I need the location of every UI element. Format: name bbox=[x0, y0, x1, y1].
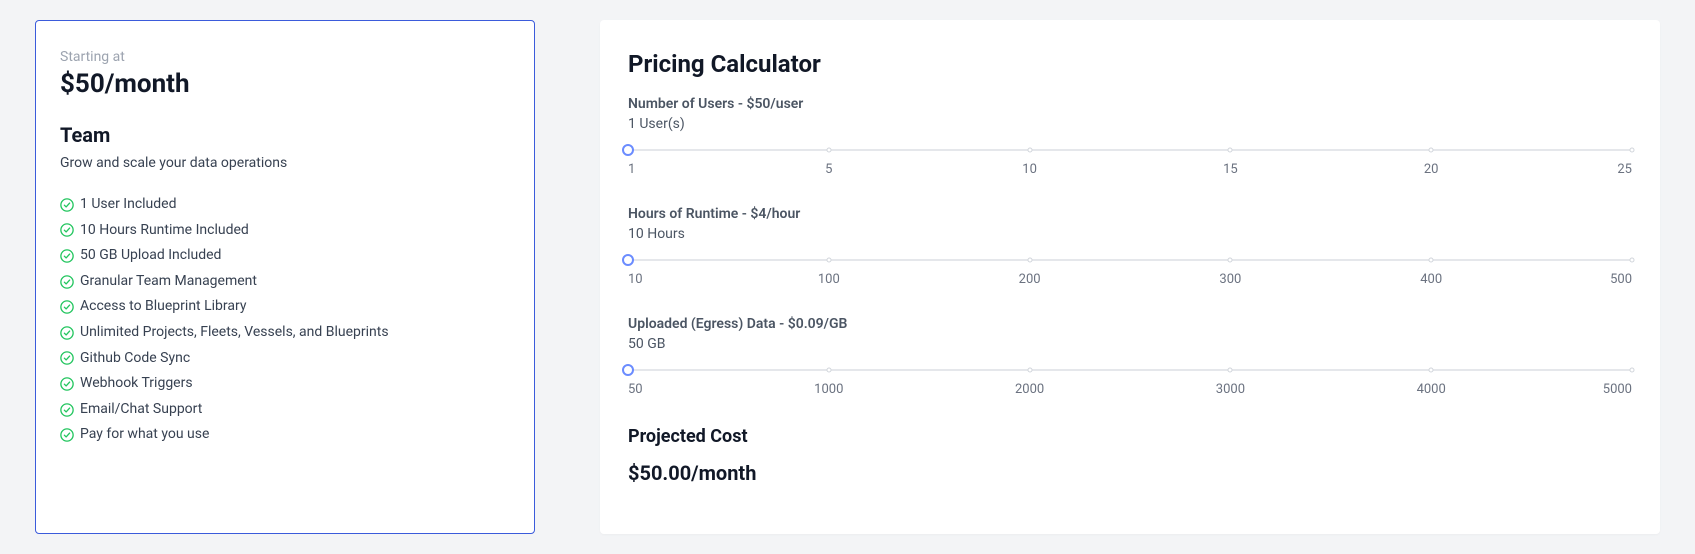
projected-cost-label: Projected Cost bbox=[628, 426, 1632, 447]
check-circle-icon bbox=[60, 249, 74, 263]
pricing-calculator-card: Pricing Calculator Number of Users - $50… bbox=[600, 20, 1660, 534]
slider-tick bbox=[826, 148, 831, 153]
slider-tick bbox=[1027, 148, 1032, 153]
starting-at-label: Starting at bbox=[60, 49, 510, 65]
slider-tick bbox=[826, 258, 831, 263]
slider-mark-label: 2000 bbox=[1015, 382, 1044, 397]
check-circle-icon bbox=[60, 428, 74, 442]
feature-item: Webhook Triggers bbox=[60, 374, 510, 394]
users-slider-thumb[interactable] bbox=[622, 144, 634, 156]
feature-item: Access to Blueprint Library bbox=[60, 297, 510, 317]
users-slider-value: 1 User(s) bbox=[628, 116, 1632, 132]
slider-tick bbox=[1027, 258, 1032, 263]
slider-mark-label: 15 bbox=[1223, 162, 1238, 177]
feature-label: Access to Blueprint Library bbox=[80, 297, 246, 317]
feature-label: Unlimited Projects, Fleets, Vessels, and… bbox=[80, 323, 389, 343]
data-slider-track[interactable] bbox=[628, 364, 1632, 376]
slider-mark-label: 5000 bbox=[1603, 382, 1632, 397]
slider-mark-label: 25 bbox=[1617, 162, 1632, 177]
check-circle-icon bbox=[60, 326, 74, 340]
runtime-slider-track[interactable] bbox=[628, 254, 1632, 266]
slider-tick bbox=[1228, 258, 1233, 263]
feature-label: Webhook Triggers bbox=[80, 374, 193, 394]
slider-line bbox=[628, 149, 1632, 151]
slider-mark-label: 3000 bbox=[1216, 382, 1245, 397]
slider-mark-label: 20 bbox=[1424, 162, 1439, 177]
data-slider-label: Uploaded (Egress) Data - $0.09/GB bbox=[628, 316, 1632, 332]
slider-tick bbox=[1027, 368, 1032, 373]
check-circle-icon bbox=[60, 223, 74, 237]
check-circle-icon bbox=[60, 198, 74, 212]
feature-item: Github Code Sync bbox=[60, 349, 510, 369]
feature-item: Pay for what you use bbox=[60, 425, 510, 445]
plan-name: Team bbox=[60, 123, 510, 147]
slider-tick bbox=[1630, 368, 1635, 373]
projected-cost-value: $50.00/month bbox=[628, 461, 1632, 485]
slider-mark-label: 1000 bbox=[814, 382, 843, 397]
slider-tick bbox=[1630, 258, 1635, 263]
slider-mark-label: 5 bbox=[825, 162, 832, 177]
users-slider-marks: 1510152025 bbox=[628, 162, 1632, 178]
check-circle-icon bbox=[60, 300, 74, 314]
users-slider-group: Number of Users - $50/user 1 User(s) 151… bbox=[628, 96, 1632, 178]
feature-item: 50 GB Upload Included bbox=[60, 246, 510, 266]
feature-item: Email/Chat Support bbox=[60, 400, 510, 420]
slider-tick bbox=[1429, 148, 1434, 153]
check-circle-icon bbox=[60, 403, 74, 417]
feature-label: Email/Chat Support bbox=[80, 400, 202, 420]
data-slider-thumb[interactable] bbox=[622, 364, 634, 376]
feature-label: Pay for what you use bbox=[80, 425, 209, 445]
users-slider-track[interactable] bbox=[628, 144, 1632, 156]
slider-tick bbox=[1228, 148, 1233, 153]
check-circle-icon bbox=[60, 351, 74, 365]
runtime-slider-label: Hours of Runtime - $4/hour bbox=[628, 206, 1632, 222]
feature-item: 1 User Included bbox=[60, 195, 510, 215]
slider-mark-label: 4000 bbox=[1417, 382, 1446, 397]
data-slider-group: Uploaded (Egress) Data - $0.09/GB 50 GB … bbox=[628, 316, 1632, 398]
feature-item: Unlimited Projects, Fleets, Vessels, and… bbox=[60, 323, 510, 343]
check-circle-icon bbox=[60, 275, 74, 289]
feature-label: Granular Team Management bbox=[80, 272, 257, 292]
runtime-slider-thumb[interactable] bbox=[622, 254, 634, 266]
slider-mark-label: 300 bbox=[1219, 272, 1241, 287]
plan-card: Starting at $50/month Team Grow and scal… bbox=[35, 20, 535, 534]
feature-label: 50 GB Upload Included bbox=[80, 246, 221, 266]
slider-tick bbox=[1429, 258, 1434, 263]
slider-mark-label: 400 bbox=[1420, 272, 1442, 287]
slider-tick bbox=[1630, 148, 1635, 153]
feature-item: 10 Hours Runtime Included bbox=[60, 221, 510, 241]
slider-mark-label: 1 bbox=[628, 162, 635, 177]
slider-tick bbox=[1429, 368, 1434, 373]
plan-price: $50/month bbox=[60, 69, 510, 99]
slider-tick bbox=[1228, 368, 1233, 373]
slider-mark-label: 100 bbox=[818, 272, 840, 287]
slider-tick bbox=[826, 368, 831, 373]
slider-line bbox=[628, 369, 1632, 371]
data-slider-marks: 50 1000 2000 3000 4000 5000 bbox=[628, 382, 1632, 398]
feature-list: 1 User Included 10 Hours Runtime Included… bbox=[60, 195, 510, 445]
slider-mark-label: 200 bbox=[1019, 272, 1041, 287]
plan-description: Grow and scale your data operations bbox=[60, 155, 510, 171]
runtime-slider-value: 10 Hours bbox=[628, 226, 1632, 242]
slider-mark-label: 50 bbox=[628, 382, 643, 397]
slider-mark-label: 500 bbox=[1610, 272, 1632, 287]
feature-label: 10 Hours Runtime Included bbox=[80, 221, 249, 241]
users-slider-label: Number of Users - $50/user bbox=[628, 96, 1632, 112]
slider-mark-label: 10 bbox=[628, 272, 643, 287]
feature-item: Granular Team Management bbox=[60, 272, 510, 292]
runtime-slider-group: Hours of Runtime - $4/hour 10 Hours 1010… bbox=[628, 206, 1632, 288]
calculator-title: Pricing Calculator bbox=[628, 50, 1632, 78]
slider-mark-label: 10 bbox=[1022, 162, 1037, 177]
runtime-slider-marks: 10 100 200 300 400 500 bbox=[628, 272, 1632, 288]
feature-label: 1 User Included bbox=[80, 195, 177, 215]
check-circle-icon bbox=[60, 377, 74, 391]
data-slider-value: 50 GB bbox=[628, 336, 1632, 352]
slider-line bbox=[628, 259, 1632, 261]
feature-label: Github Code Sync bbox=[80, 349, 190, 369]
